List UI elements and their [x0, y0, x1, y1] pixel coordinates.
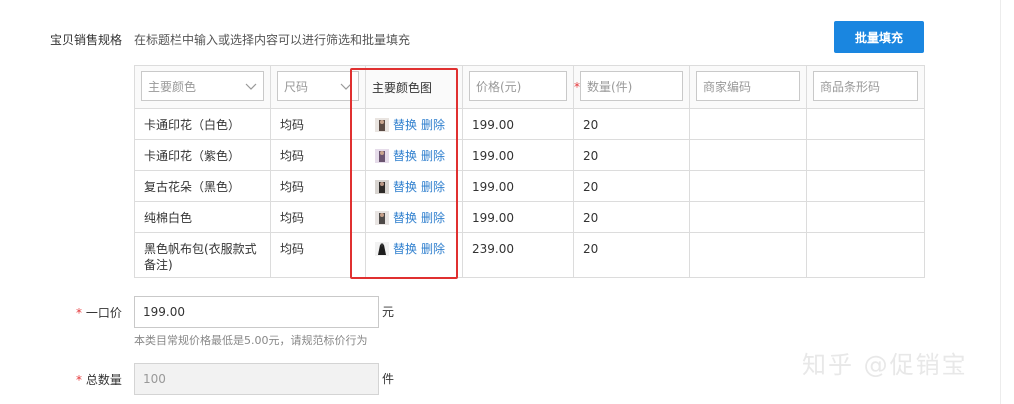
bulk-fill-button[interactable]: 批量填充 [834, 21, 924, 53]
table-row: 卡通印花（白色） 均码 替换 删除 199.00 20 [134, 108, 925, 140]
table-row: 纯棉白色 均码 替换 删除 199.00 20 [134, 201, 925, 233]
sku-table: 主要颜色 尺码 主要颜色图 价格(元) * 数量(件) 商家编码 商品条形码 卡… [134, 65, 925, 278]
price-cell[interactable]: 199.00 [463, 109, 573, 133]
chevron-down-icon [245, 83, 257, 90]
price-cell[interactable]: 239.00 [463, 233, 573, 257]
total-field-label: * 总数量 [76, 371, 122, 388]
price-input[interactable]: 199.00 [134, 296, 379, 328]
main-color-filter-label: 主要颜色 [148, 79, 197, 94]
watermark: 知乎 @促销宝 [802, 351, 968, 379]
color-cell: 黑色帆布包(衣服款式备注) [144, 242, 257, 272]
quantity-cell[interactable]: 20 [574, 233, 689, 257]
color-cell: 复古花朵（黑色） [144, 180, 241, 194]
barcode-cell[interactable] [806, 108, 925, 140]
total-unit: 件 [382, 372, 395, 386]
merchant-code-bulk-input[interactable]: 商家编码 [696, 71, 800, 101]
table-row: 卡通印花（紫色） 均码 替换 删除 199.00 20 [134, 139, 925, 171]
header-barcode: 商品条形码 [806, 65, 925, 109]
barcode-cell[interactable] [806, 139, 925, 171]
price-label-text: 一口价 [85, 306, 122, 320]
page-divider [1000, 0, 1001, 404]
total-label-text: 总数量 [85, 373, 122, 387]
merchant-code-cell[interactable] [689, 232, 807, 278]
barcode-bulk-input[interactable]: 商品条形码 [813, 71, 918, 101]
header-main-color: 主要颜色 [134, 65, 271, 109]
quantity-cell[interactable]: 20 [574, 109, 689, 133]
quantity-bulk-placeholder: 数量(件) [587, 79, 633, 94]
price-bulk-placeholder: 价格(元) [476, 79, 522, 94]
quantity-cell[interactable]: 20 [574, 140, 689, 164]
header-price: 价格(元) [462, 65, 574, 109]
header-merchant-code: 商家编码 [689, 65, 807, 109]
quantity-cell[interactable]: 20 [574, 202, 689, 226]
table-row: 复古花朵（黑色） 均码 替换 删除 199.00 20 [134, 170, 925, 202]
merchant-code-cell[interactable] [689, 170, 807, 202]
sales-spec-hint: 在标题栏中输入或选择内容可以进行筛选和批量填充 [134, 33, 411, 47]
total-quantity-value: 100 [143, 372, 166, 386]
price-cell[interactable]: 199.00 [463, 202, 573, 226]
price-required-mark: * [76, 306, 82, 320]
size-filter-label: 尺码 [284, 79, 309, 94]
sales-spec-label: 宝贝销售规格 [50, 33, 123, 47]
main-color-filter-select[interactable]: 主要颜色 [141, 71, 264, 101]
color-cell: 卡通印花（紫色） [144, 149, 241, 163]
table-row: 黑色帆布包(衣服款式备注) 均码 替换 删除 239.00 20 [134, 232, 925, 278]
price-unit: 元 [382, 305, 395, 319]
price-note: 本类目常规价格最低是5.00元，请规范标价行为 [134, 334, 368, 347]
quantity-bulk-input[interactable]: 数量(件) [580, 71, 683, 101]
quantity-cell[interactable]: 20 [574, 171, 689, 195]
header-quantity: * 数量(件) [573, 65, 690, 109]
highlight-box [350, 68, 458, 279]
merchant-code-cell[interactable] [689, 139, 807, 171]
merchant-code-cell[interactable] [689, 108, 807, 140]
barcode-placeholder: 商品条形码 [820, 79, 881, 94]
barcode-cell[interactable] [806, 201, 925, 233]
barcode-cell[interactable] [806, 232, 925, 278]
color-cell: 卡通印花（白色） [144, 118, 241, 132]
merchant-code-cell[interactable] [689, 201, 807, 233]
size-filter-select[interactable]: 尺码 [277, 71, 359, 101]
total-quantity-input: 100 [134, 363, 379, 395]
price-bulk-input[interactable]: 价格(元) [469, 71, 567, 101]
barcode-cell[interactable] [806, 170, 925, 202]
total-required-mark: * [76, 373, 82, 387]
price-cell[interactable]: 199.00 [463, 171, 573, 195]
price-input-value: 199.00 [143, 305, 185, 319]
merchant-code-placeholder: 商家编码 [703, 79, 752, 94]
price-cell[interactable]: 199.00 [463, 140, 573, 164]
price-field-label: * 一口价 [76, 304, 122, 321]
color-cell: 纯棉白色 [144, 211, 193, 225]
